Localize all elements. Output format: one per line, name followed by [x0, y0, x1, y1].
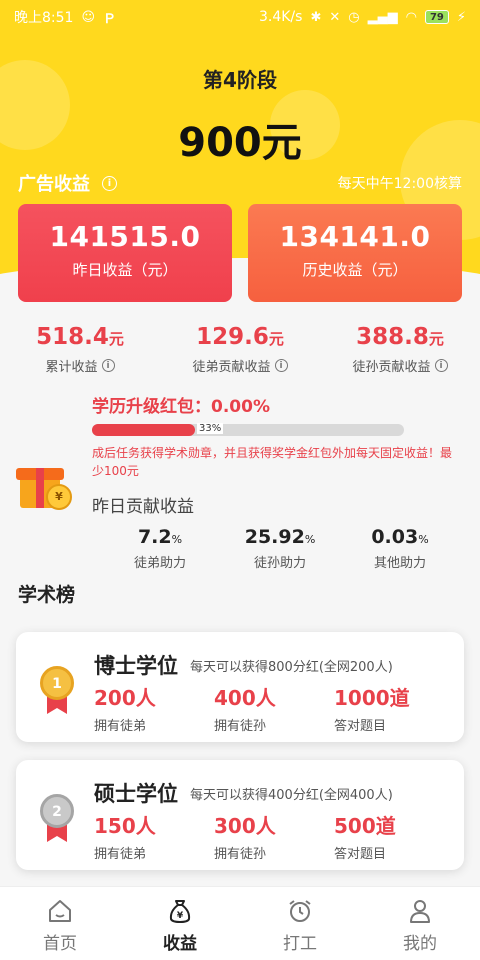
history-income-value: 134141.0 — [279, 220, 431, 253]
info-icon[interactable]: i — [274, 359, 288, 372]
money-bag-icon: ¥ — [169, 900, 191, 924]
education-progress-bar: 33% — [92, 423, 404, 436]
correct-answers-label: 答对题目 — [334, 847, 387, 862]
education-description: 成后任务获得学术勋章，并且获得奖学金红包外加每天固定收益！最少100元 — [92, 446, 453, 478]
grand-apprentice-boost-label: 徒孙助力 — [253, 556, 306, 571]
other-boost-label: 其他助力 — [373, 556, 426, 571]
ad-income-header: 广告收益 i — [18, 170, 117, 196]
grand-apprentice-count: 300人 — [214, 814, 276, 838]
wifi-icon: ◠ — [405, 9, 417, 25]
degree-note: 每天可以获得800分红(全网200人) — [190, 660, 393, 675]
total-income-label: 累计收益 — [45, 360, 98, 375]
alarm-icon: ◷ — [348, 9, 360, 25]
tab-work-label: 打工 — [283, 934, 317, 954]
grand-apprentice-income-label: 徒孙贡献收益 — [352, 360, 431, 375]
apprentice-count: 150人 — [94, 814, 156, 838]
grand-apprentice-count: 400人 — [214, 686, 276, 710]
home-icon — [49, 900, 71, 922]
total-income-stat: 518.4元 累计收益 i — [0, 324, 160, 375]
tab-profile[interactable]: 我的 — [360, 887, 480, 960]
status-bar: 晚上8:51 ☺ Ｐ 3.4K/s ✱ ✕ ◷ ▂▄▆ ◠ 79 ⚡ — [0, 0, 480, 34]
apprentice-boost: 7.2% 徒弟助力 — [100, 526, 220, 571]
apprentice-boost-label: 徒弟助力 — [133, 556, 186, 571]
total-income-unit: 元 — [108, 330, 124, 348]
yesterday-income-label: 昨日收益（元） — [72, 261, 178, 279]
yesterday-income-card[interactable]: 141515.0 昨日收益（元） — [18, 204, 232, 302]
ad-income-title: 广告收益 — [18, 174, 90, 195]
degree-note: 每天可以获得400分红(全网400人) — [190, 788, 393, 803]
progress-label: 33% — [197, 423, 224, 434]
education-bonus-title: 学历升级红包：0.00% — [92, 397, 270, 417]
silver-medal-icon: 2 — [40, 794, 74, 842]
apprentice-boost-unit: % — [171, 533, 183, 546]
gift-box-icon: ¥ — [16, 458, 76, 514]
ranking-title: 学术榜 — [18, 584, 76, 606]
info-icon[interactable]: i — [102, 175, 117, 191]
ad-income-row: 广告收益 i 每天中午12:00核算 — [18, 170, 462, 196]
doctor-degree-card[interactable]: 1 博士学位 每天可以获得800分红(全网200人) 200人拥有徒弟 400人… — [16, 632, 464, 742]
gold-medal-icon: 1 — [40, 666, 74, 714]
bottom-tab-bar: 首页 ¥ 收益 打工 我的 — [0, 886, 480, 960]
apprentice-boost-value: 7.2 — [137, 526, 172, 548]
stage-title: 第4阶段 — [203, 68, 277, 92]
degree-requirements: 200人拥有徒弟 400人拥有徒孙 1000道答对题目 — [94, 682, 454, 734]
master-degree-card[interactable]: 2 硕士学位 每天可以获得400分红(全网400人) 150人拥有徒弟 300人… — [16, 760, 464, 870]
apprentice-count-label: 拥有徒弟 — [94, 719, 147, 734]
grand-apprentice-boost-value: 25.92 — [244, 526, 305, 548]
settlement-note: 每天中午12:00核算 — [337, 176, 462, 192]
qq-icon: ☺ — [81, 9, 96, 25]
info-icon[interactable]: i — [101, 359, 115, 372]
history-income-card[interactable]: 134141.0 历史收益（元） — [248, 204, 462, 302]
tab-home-label: 首页 — [43, 934, 77, 954]
grand-apprentice-count-label: 拥有徒孙 — [214, 847, 267, 862]
degree-title: 硕士学位 — [94, 782, 178, 806]
grand-apprentice-count-label: 拥有徒孙 — [214, 719, 267, 734]
history-income-label: 历史收益（元） — [302, 261, 408, 279]
alarm-clock-icon — [289, 900, 311, 922]
other-boost: 0.03% 其他助力 — [340, 526, 460, 571]
contribution-title: 昨日贡献收益 — [92, 497, 194, 517]
tab-work[interactable]: 打工 — [240, 887, 360, 960]
coin-icon: ¥ — [46, 484, 72, 510]
grand-apprentice-boost-unit: % — [304, 533, 316, 546]
total-income-value: 518.4 — [36, 324, 109, 350]
tab-home[interactable]: 首页 — [0, 887, 120, 960]
grand-apprentice-income-unit: 元 — [428, 330, 444, 348]
network-speed: 3.4K/s — [258, 9, 303, 25]
user-icon — [410, 900, 430, 923]
apprentice-count: 200人 — [94, 686, 156, 710]
stage-amount: 900元 — [178, 120, 302, 166]
progress-fill — [92, 424, 195, 436]
apprentice-count-label: 拥有徒弟 — [94, 847, 147, 862]
tab-income[interactable]: ¥ 收益 — [120, 887, 240, 960]
svg-text:¥: ¥ — [177, 911, 184, 921]
grand-apprentice-income-value: 388.8 — [356, 324, 429, 350]
info-icon[interactable]: i — [434, 359, 448, 372]
p-app-icon: Ｐ — [103, 11, 117, 27]
apprentice-income-unit: 元 — [268, 330, 284, 348]
grand-apprentice-income-stat: 388.8元 徒孙贡献收益 i — [320, 324, 480, 375]
tab-profile-label: 我的 — [403, 934, 437, 954]
tab-income-label: 收益 — [163, 934, 197, 954]
other-boost-unit: % — [418, 533, 429, 546]
correct-answers: 500道 — [334, 814, 396, 838]
apprentice-income-stat: 129.6元 徒弟贡献收益 i — [160, 324, 320, 375]
degree-requirements: 150人拥有徒弟 300人拥有徒孙 500道答对题目 — [94, 810, 454, 862]
income-stats: 518.4元 累计收益 i 129.6元 徒弟贡献收益 i 388.8元 徒孙贡献收… — [0, 324, 480, 375]
other-boost-value: 0.03 — [371, 526, 419, 548]
signal-icon: ▂▄▆ — [367, 9, 398, 25]
bluetooth-icon: ✱ — [310, 9, 322, 25]
status-time: 晚上8:51 — [14, 10, 74, 26]
yesterday-income-value: 141515.0 — [49, 220, 201, 253]
grand-apprentice-boost: 25.92% 徒孙助力 — [220, 526, 340, 571]
charging-icon: ⚡ — [456, 9, 466, 25]
contribution-stats: 7.2% 徒弟助力 25.92% 徒孙助力 0.03% 其他助力 — [100, 526, 460, 571]
apprentice-income-value: 129.6 — [196, 324, 269, 350]
battery-icon: 79 — [424, 10, 449, 24]
correct-answers: 1000道 — [334, 686, 410, 710]
correct-answers-label: 答对题目 — [334, 719, 387, 734]
degree-title: 博士学位 — [94, 654, 178, 678]
mute-icon: ✕ — [329, 9, 341, 25]
apprentice-income-label: 徒弟贡献收益 — [192, 360, 271, 375]
